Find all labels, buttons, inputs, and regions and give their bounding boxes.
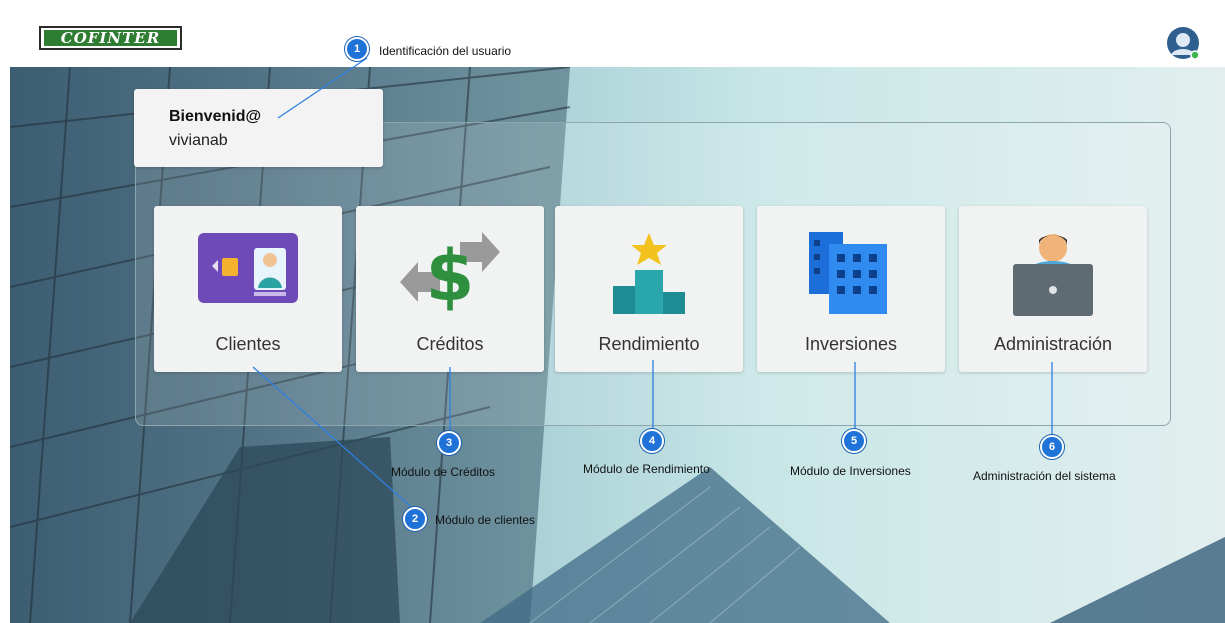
admin-laptop-icon (1003, 228, 1103, 318)
username: vivianab (169, 132, 228, 149)
annotation-marker-3: 3 (437, 431, 461, 455)
id-card-icon (198, 228, 298, 318)
module-card-inversiones[interactable]: Inversiones (757, 206, 945, 372)
annotation-marker-4: 4 (640, 429, 664, 453)
module-card-administracion[interactable]: Administración (959, 206, 1147, 372)
annotation-marker-5: 5 (842, 429, 866, 453)
welcome-box: Bienvenid@ vivianab (134, 89, 383, 167)
podium-star-icon (599, 228, 699, 318)
user-avatar-icon[interactable] (1166, 26, 1200, 60)
annotation-marker-1: 1 (345, 37, 369, 61)
annotation-label-3: Módulo de Créditos (391, 465, 496, 479)
annotation-marker-2: 2 (403, 507, 427, 531)
annotation-label-5: Módulo de Inversiones (790, 464, 911, 478)
annotation-label-2: Módulo de clientes (435, 513, 536, 527)
module-label: Créditos (416, 334, 484, 354)
annotation-marker-6: 6 (1040, 435, 1064, 459)
annotation-label-1: Identificación del usuario (379, 44, 512, 58)
module-card-rendimiento[interactable]: Rendimiento (555, 206, 743, 372)
cofinter-logo[interactable]: COFINTER (39, 26, 182, 50)
module-label: Rendimiento (598, 334, 700, 354)
app-page: COFINTER Bienvenid@ vivianab Clientes $ … (10, 8, 1225, 623)
buildings-icon (801, 228, 901, 318)
module-label: Inversiones (804, 334, 898, 354)
module-label: Clientes (215, 334, 281, 354)
module-label: Administración (993, 334, 1113, 354)
top-bar: COFINTER (10, 8, 1225, 67)
module-card-clientes[interactable]: Clientes (154, 206, 342, 372)
annotation-label-6: Administración del sistema (973, 469, 1116, 483)
svg-text:$: $ (426, 235, 475, 317)
welcome-title: Bienvenid@ (169, 108, 262, 125)
annotation-label-4: Módulo de Rendimiento (583, 462, 710, 476)
dollar-exchange-icon: $ (400, 228, 500, 318)
module-card-creditos[interactable]: $ Créditos (356, 206, 544, 372)
logo-text: COFINTER (44, 30, 177, 46)
